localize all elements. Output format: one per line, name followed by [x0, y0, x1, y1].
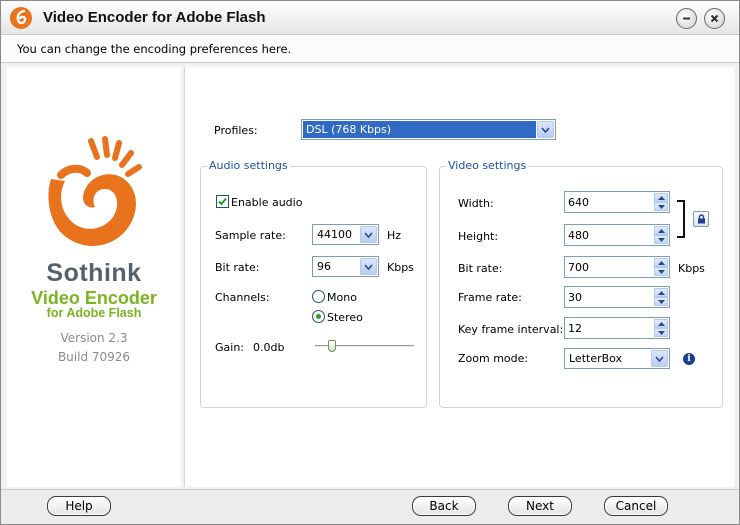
- height-label: Height:: [458, 230, 499, 243]
- next-button[interactable]: Next: [508, 496, 572, 516]
- zoom-mode-value: LetterBox: [569, 352, 623, 365]
- audio-bit-rate-unit: Kbps: [387, 261, 414, 274]
- audio-bit-rate-label: Bit rate:: [215, 261, 260, 274]
- profiles-label: Profiles:: [214, 124, 258, 137]
- video-bit-rate-spinner[interactable]: 700: [564, 256, 670, 278]
- mono-radio[interactable]: [312, 290, 325, 303]
- back-button[interactable]: Back: [412, 496, 476, 516]
- chevron-down-icon[interactable]: [360, 226, 377, 243]
- cancel-button[interactable]: Cancel: [604, 496, 668, 516]
- video-settings-title: Video settings: [446, 159, 529, 172]
- lock-icon: [697, 214, 705, 224]
- gain-label: Gain:: [215, 341, 244, 354]
- profiles-value: DSL (768 Kbps): [303, 121, 536, 138]
- video-settings-group: Video settings Width: 640 Height: 480 Bi…: [439, 159, 723, 408]
- spin-down-icon[interactable]: [654, 328, 668, 337]
- chevron-down-icon[interactable]: [651, 350, 668, 367]
- aspect-link-bracket: [677, 200, 685, 238]
- spin-up-icon[interactable]: [654, 258, 668, 267]
- info-text: You can change the encoding preferences …: [17, 42, 292, 56]
- build-text: Build 70926: [57, 350, 131, 364]
- audio-bit-rate-dropdown[interactable]: 96: [312, 256, 379, 277]
- close-button[interactable]: [704, 8, 725, 29]
- spin-up-icon[interactable]: [654, 288, 668, 297]
- encoder-window: Video Encoder for Adobe Flash You can ch…: [0, 0, 740, 525]
- window-title: Video Encoder for Adobe Flash: [43, 9, 266, 26]
- frame-rate-spinner[interactable]: 30: [564, 286, 670, 308]
- version-text: Version 2.3: [60, 331, 128, 345]
- mono-label[interactable]: Mono: [327, 291, 357, 304]
- close-icon: [710, 14, 719, 23]
- title-bar: Video Encoder for Adobe Flash: [1, 1, 739, 35]
- key-frame-interval-value: 12: [568, 322, 582, 335]
- sample-rate-value: 44100: [317, 228, 352, 241]
- checkmark-icon: [218, 197, 227, 206]
- height-spinner[interactable]: 480: [564, 224, 670, 246]
- help-button[interactable]: Help: [47, 496, 111, 516]
- frame-rate-label: Frame rate:: [458, 291, 522, 304]
- sidebar: Sothink Video Encoder for Adobe Flash Ve…: [7, 67, 181, 487]
- sothink-logo-icon: [10, 7, 32, 29]
- spin-down-icon[interactable]: [654, 202, 668, 211]
- brand-subtitle: for Adobe Flash: [46, 306, 142, 320]
- enable-audio-label[interactable]: Enable audio: [231, 196, 302, 209]
- footer-bar: Help Back Next Cancel: [1, 489, 739, 524]
- enable-audio-checkbox[interactable]: [216, 195, 229, 208]
- channels-label: Channels:: [215, 291, 270, 304]
- key-frame-interval-spinner[interactable]: 12: [564, 317, 670, 339]
- video-bit-rate-unit: Kbps: [678, 262, 705, 275]
- zoom-mode-label: Zoom mode:: [458, 352, 529, 365]
- width-spinner[interactable]: 640: [564, 191, 670, 213]
- width-label: Width:: [458, 197, 494, 210]
- brand-name: Sothink: [46, 259, 142, 287]
- gain-slider-thumb[interactable]: [327, 340, 336, 352]
- stereo-label[interactable]: Stereo: [327, 311, 363, 324]
- zoom-mode-dropdown[interactable]: LetterBox: [564, 348, 670, 369]
- spin-up-icon[interactable]: [654, 193, 668, 202]
- width-value: 640: [568, 196, 589, 209]
- sothink-logo: [48, 136, 142, 246]
- sample-rate-label: Sample rate:: [215, 229, 286, 242]
- audio-bit-rate-value: 96: [317, 260, 331, 273]
- chevron-down-icon[interactable]: [537, 121, 554, 138]
- minimize-button[interactable]: [676, 8, 697, 29]
- chevron-down-icon[interactable]: [360, 258, 377, 275]
- spin-down-icon[interactable]: [654, 267, 668, 276]
- minimize-icon: [683, 17, 690, 20]
- audio-settings-title: Audio settings: [207, 159, 290, 172]
- video-bit-rate-value: 700: [568, 261, 589, 274]
- key-frame-interval-label: Key frame interval:: [458, 323, 564, 336]
- spin-up-icon[interactable]: [654, 226, 668, 235]
- profiles-dropdown[interactable]: DSL (768 Kbps): [301, 119, 556, 140]
- video-bit-rate-label: Bit rate:: [458, 262, 503, 275]
- spin-up-icon[interactable]: [654, 319, 668, 328]
- spin-down-icon[interactable]: [654, 297, 668, 306]
- spin-down-icon[interactable]: [654, 235, 668, 244]
- height-value: 480: [568, 229, 589, 242]
- audio-settings-group: Audio settings Enable audio Sample rate:…: [200, 159, 427, 408]
- sample-rate-dropdown[interactable]: 44100: [312, 224, 379, 245]
- info-bar: You can change the encoding preferences …: [1, 35, 739, 63]
- info-icon[interactable]: i: [683, 353, 695, 365]
- settings-panel: Profiles: DSL (768 Kbps) Audio settings …: [184, 67, 734, 487]
- gain-value: 0.0db: [253, 341, 285, 354]
- stereo-radio[interactable]: [312, 310, 325, 323]
- sample-rate-unit: Hz: [387, 229, 402, 242]
- lock-aspect-button[interactable]: [693, 211, 709, 227]
- frame-rate-value: 30: [568, 291, 582, 304]
